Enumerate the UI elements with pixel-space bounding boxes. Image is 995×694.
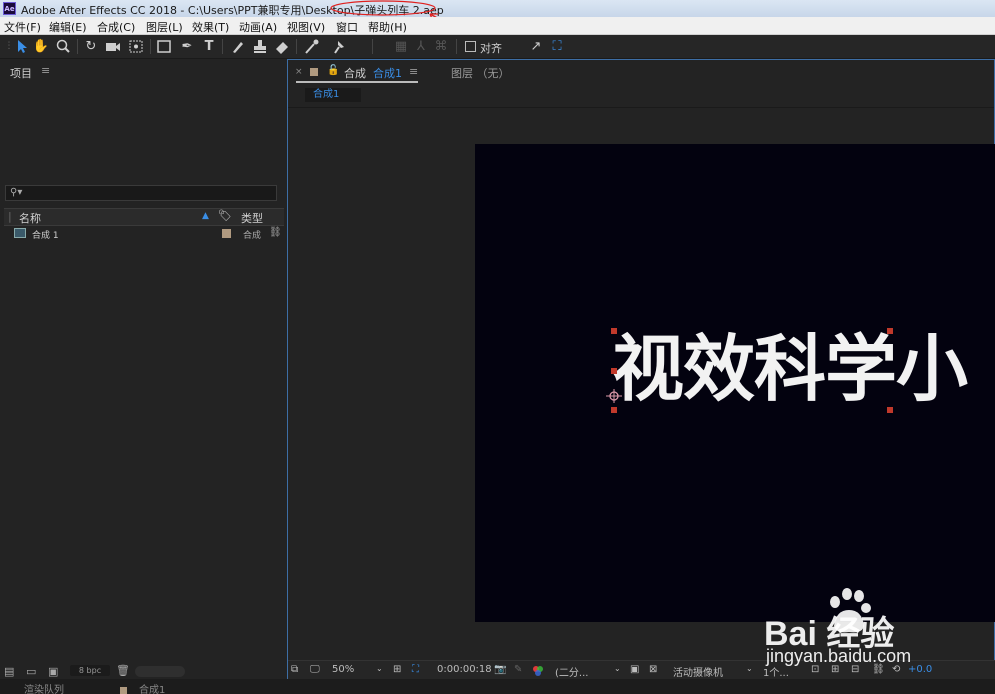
project-item-row[interactable]: 合成 1 合成 ⛓ (4, 226, 284, 241)
snap-features-icon[interactable]: ⛶ (548, 38, 566, 55)
eraser-tool-icon[interactable] (273, 38, 291, 55)
bottom-panel-tabs: 渲染队列 合成1 (0, 679, 995, 694)
channel-color-icon[interactable] (532, 664, 544, 676)
transform-handle[interactable] (887, 407, 893, 413)
timeline-comp-tab[interactable]: 合成1 (139, 684, 165, 694)
menu-layer[interactable]: 图层(L) (146, 19, 183, 35)
puppet-pin-tool-icon[interactable] (330, 38, 348, 55)
title-bar: Ae Adobe After Effects CC 2018 - C:\User… (0, 0, 995, 39)
menu-view[interactable]: 视图(V) (287, 19, 325, 35)
menu-file[interactable]: 文件(F) (4, 19, 41, 35)
watermark-url: jingyan.baidu.com (766, 646, 912, 666)
mask-visibility-icon[interactable]: ⛶ (412, 664, 419, 675)
transform-handle[interactable] (611, 368, 617, 374)
hand-tool-icon[interactable]: ✋ (32, 38, 50, 55)
brush-tool-icon[interactable] (229, 38, 247, 55)
camera-tool-icon[interactable] (104, 38, 122, 55)
layer-tab[interactable]: 图层 （无） (451, 65, 510, 81)
clone-stamp-tool-icon[interactable] (251, 38, 269, 55)
transform-handle[interactable] (887, 328, 893, 334)
comp-tab-prefix[interactable]: 合成 (344, 65, 366, 81)
project-panel-title: 项目 (10, 67, 32, 80)
current-time[interactable]: 0:00:00:18 (437, 664, 492, 675)
transform-handle[interactable] (611, 328, 617, 334)
local-axis-icon: ▦ (394, 39, 408, 54)
pen-tool-icon[interactable]: ✒ (178, 38, 196, 55)
bit-depth-button[interactable]: 8 bpc (70, 665, 110, 676)
column-type[interactable]: 类型 (241, 210, 263, 226)
region-of-interest-icon[interactable]: ▣ (630, 664, 639, 675)
new-folder-icon[interactable]: ▭ (26, 665, 36, 678)
composition-icon (14, 228, 26, 238)
search-icon: ⚲▾ (10, 187, 23, 198)
tools-toolbar: ⋮ ✋ ↻ ✒ T ▦ ⅄ ⌘ 对齐 ↗ ⛶ (0, 35, 995, 59)
comp-label-swatch-bottom (120, 687, 127, 694)
canvas-text-layer[interactable]: 视效科学小 (612, 325, 968, 413)
menu-window[interactable]: 窗口 (336, 19, 358, 35)
sort-ascending-icon[interactable]: ▲ (202, 211, 209, 221)
comp-tab-name[interactable]: 合成1 (373, 65, 402, 81)
project-search-input[interactable]: ⚲▾ (5, 185, 277, 201)
render-queue-tab[interactable]: 渲染队列 (24, 684, 64, 694)
comp-breadcrumb[interactable]: 合成1 (305, 88, 361, 102)
menu-effect[interactable]: 效果(T) (192, 19, 229, 35)
project-item-name: 合成 1 (32, 231, 59, 241)
resolution-chevron-icon[interactable]: ⌄ (614, 664, 621, 673)
transform-handle[interactable] (611, 407, 617, 413)
snap-checkbox[interactable] (465, 41, 476, 52)
world-axis-icon: ⅄ (417, 39, 425, 54)
label-color-swatch[interactable] (222, 229, 231, 238)
rotate-tool-icon[interactable]: ↻ (82, 38, 100, 55)
app-logo: Ae (3, 2, 16, 15)
flowchart-icon[interactable]: ⛓ (269, 227, 282, 238)
comp-label-swatch (310, 68, 318, 76)
roto-brush-tool-icon[interactable] (303, 38, 321, 55)
menu-edit[interactable]: 编辑(E) (49, 19, 87, 35)
snap-edges-icon[interactable]: ↗ (527, 38, 545, 55)
always-preview-icon[interactable]: ⧉ (291, 664, 298, 675)
snapshot-camera-icon[interactable]: 📷 (494, 664, 506, 675)
camera-dropdown[interactable]: 活动摄像机 (673, 664, 723, 679)
project-footer: ▤ ▭ ▣ 8 bpc 🗑 (0, 664, 284, 678)
menu-composition[interactable]: 合成(C) (97, 19, 135, 35)
text-tool-icon[interactable]: T (200, 38, 218, 55)
project-column-header: | 名称 ▲ 🏷 类型 (4, 208, 284, 226)
menu-animation[interactable]: 动画(A) (239, 19, 277, 35)
column-name[interactable]: 名称 (19, 210, 41, 226)
zoom-dropdown-icon[interactable]: ⌄ (376, 664, 383, 673)
view-axis-icon: ⌘ (434, 39, 448, 54)
project-scrollbar[interactable] (135, 666, 185, 677)
menu-help[interactable]: 帮助(H) (368, 19, 407, 35)
transparency-grid-icon[interactable]: ⊠ (649, 664, 657, 675)
tab-menu-icon[interactable]: ≡ (409, 65, 418, 78)
selection-tool-icon[interactable] (12, 38, 30, 55)
monitor-icon[interactable]: 🖵 (310, 664, 320, 675)
show-snapshot-icon[interactable]: ✎ (514, 664, 522, 675)
lock-icon[interactable]: 🔓 (327, 65, 339, 76)
trash-icon[interactable]: 🗑 (116, 664, 130, 677)
panel-menu-icon[interactable]: ≡ (41, 64, 50, 77)
rectangle-tool-icon[interactable] (155, 38, 173, 55)
interpret-footage-icon[interactable]: ▤ (4, 665, 14, 678)
camera-chevron-icon[interactable]: ⌄ (746, 664, 753, 673)
zoom-level[interactable]: 50% (332, 664, 354, 675)
project-item-type: 合成 (243, 231, 262, 241)
project-panel: 项目 ≡ (0, 59, 284, 665)
close-tab-icon[interactable]: × (295, 67, 303, 77)
new-composition-icon[interactable]: ▣ (48, 665, 58, 678)
resolution-dropdown[interactable]: (二分... (555, 664, 588, 679)
anchor-point-icon[interactable] (605, 388, 623, 404)
menu-bar: 文件(F) 编辑(E) 合成(C) 图层(L) 效果(T) 动画(A) 视图(V… (0, 17, 995, 35)
active-tab-underline (296, 81, 418, 83)
pan-behind-tool-icon[interactable] (127, 38, 145, 55)
safe-margins-icon[interactable]: ⊞ (393, 664, 401, 675)
zoom-tool-icon[interactable] (54, 38, 72, 55)
exposure-value[interactable]: +0.0 (908, 664, 932, 675)
snap-label: 对齐 (480, 42, 502, 55)
label-tag-icon[interactable]: 🏷 (218, 209, 232, 222)
